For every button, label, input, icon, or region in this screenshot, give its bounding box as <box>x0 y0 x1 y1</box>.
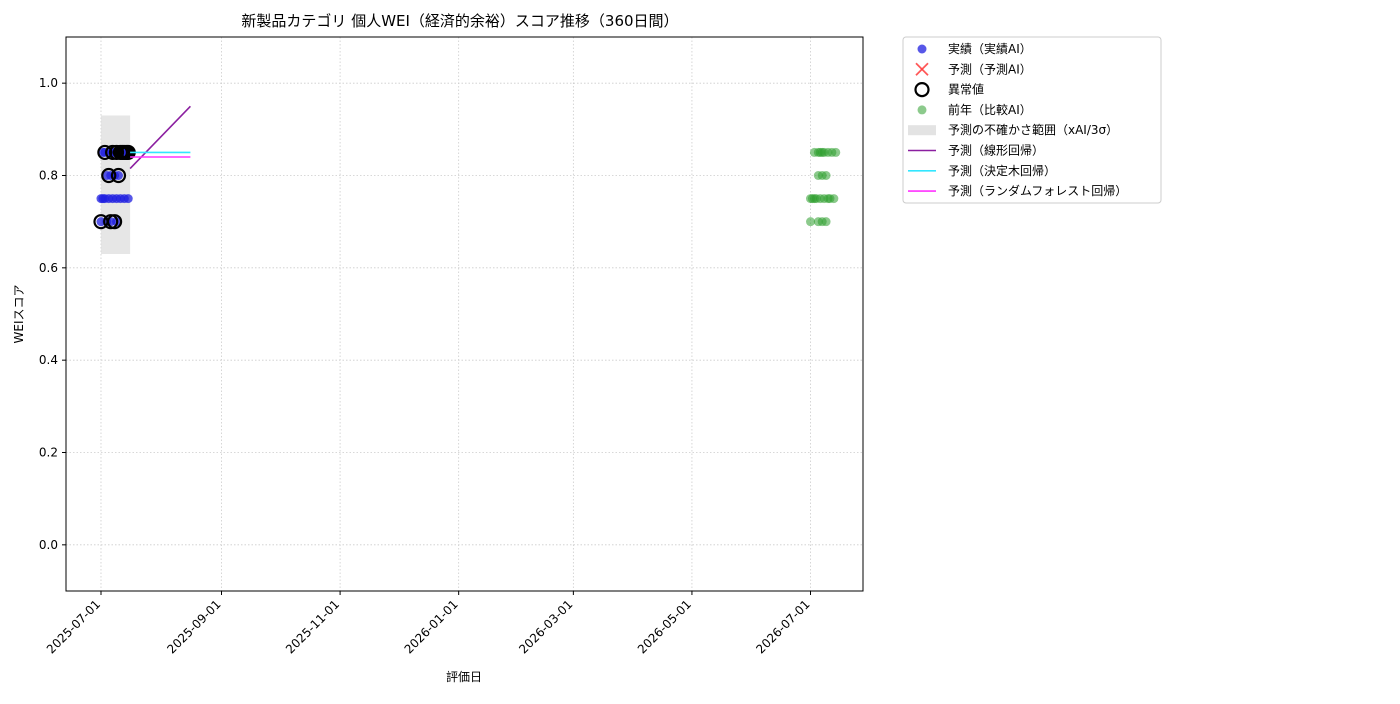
legend-label: 実績（実績AI） <box>948 41 1032 56</box>
y-tick-label: 0.0 <box>39 538 58 552</box>
y-tick-label: 0.2 <box>39 446 58 460</box>
legend-label: 予測の不確かさ範囲（xAI/3σ） <box>948 122 1118 137</box>
y-tick-label: 1.0 <box>39 76 58 90</box>
legend-label: 予測（予測AI） <box>948 62 1032 76</box>
chart-title: 新製品カテゴリ 個人WEI（経済的余裕）スコア推移（360日間） <box>241 12 678 30</box>
chart: 新製品カテゴリ 個人WEI（経済的余裕）スコア推移（360日間） 2025-07… <box>0 0 1400 700</box>
legend-label: 予測（決定木回帰） <box>948 163 1056 178</box>
legend-prev-year-marker <box>917 105 927 115</box>
y-axis-label: WEIスコア <box>12 285 26 344</box>
y-tick-label: 0.4 <box>39 353 58 367</box>
legend-label: 前年（比較AI） <box>948 102 1032 117</box>
legend-uncertainty-swatch <box>908 125 936 136</box>
y-tick-label: 0.6 <box>39 261 58 275</box>
prev-year-point <box>821 171 831 180</box>
prev-year-point <box>821 217 831 227</box>
prev-year-point <box>831 147 841 157</box>
x-axis-label: 評価日 <box>446 669 482 684</box>
legend-frame <box>902 36 1162 204</box>
chart-background <box>0 0 1400 700</box>
actual-point <box>123 194 133 204</box>
uncertainty-band-layer <box>100 115 131 254</box>
y-tick-label: 0.8 <box>39 169 58 183</box>
legend-label: 異常値 <box>948 82 984 97</box>
legend: 実績（実績AI） 予測（予測AI） 異常値前年（比較AI） 予測の不確かさ範囲（xAI… <box>902 36 1162 204</box>
uncertainty-band <box>100 115 131 254</box>
prev-year-point <box>806 217 816 227</box>
legend-label: 予測（ランダムフォレスト回帰） <box>948 183 1127 198</box>
legend-label: 予測（線形回帰） <box>948 143 1044 158</box>
prev-year-point <box>829 194 839 204</box>
legend-actual-marker <box>917 44 927 54</box>
